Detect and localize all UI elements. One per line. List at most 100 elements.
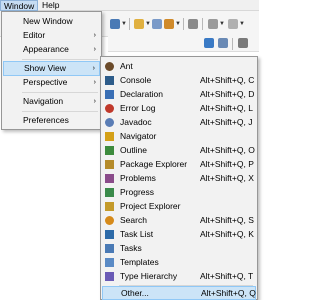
chevron-down-icon[interactable]: ▼ xyxy=(145,21,151,27)
perspective-icon[interactable] xyxy=(204,38,214,48)
menu-bar: Window Help xyxy=(0,0,259,11)
view-item-label: Tasks xyxy=(120,243,142,253)
view-item-label: Type Hierarchy xyxy=(120,271,178,281)
toolbar-separator xyxy=(202,18,203,30)
java-perspective-icon[interactable] xyxy=(218,38,228,48)
menu-item-perspective[interactable]: Perspective › xyxy=(3,75,100,90)
templates-icon xyxy=(105,258,114,267)
menu-separator xyxy=(22,111,98,112)
toolbar-separator xyxy=(232,38,233,50)
menu-help[interactable]: Help xyxy=(39,0,63,11)
view-item-label: Package Explorer xyxy=(120,159,188,169)
view-item-javadoc[interactable]: Javadoc Alt+Shift+Q, J xyxy=(102,115,256,129)
chevron-right-icon: › xyxy=(93,79,96,86)
view-item-label: Console xyxy=(120,75,152,85)
view-item-label: Error Log xyxy=(120,103,156,113)
view-item-navigator[interactable]: Navigator xyxy=(102,129,256,143)
view-item-other[interactable]: Other... Alt+Shift+Q, Q xyxy=(102,286,256,300)
menu-item-new-window[interactable]: New Window xyxy=(3,14,100,29)
debug-icon[interactable] xyxy=(238,38,248,48)
view-item-progress[interactable]: Progress xyxy=(102,185,256,199)
view-item-label: Project Explorer xyxy=(120,201,181,211)
toolbar-button-icon[interactable] xyxy=(110,19,120,29)
chevron-right-icon: › xyxy=(92,65,95,72)
view-item-label: Declaration xyxy=(120,89,163,99)
menu-item-show-view[interactable]: Show View › xyxy=(3,61,100,76)
error-log-icon xyxy=(105,104,114,113)
view-item-label: Javadoc xyxy=(120,117,152,127)
view-item-ant[interactable]: Ant xyxy=(102,59,256,73)
view-item-label: Other... xyxy=(121,288,149,298)
view-item-label: Search xyxy=(120,215,147,225)
progress-icon xyxy=(105,188,114,197)
view-item-shortcut: Alt+Shift+Q, X xyxy=(200,173,254,183)
view-item-shortcut: Alt+Shift+Q, D xyxy=(200,89,255,99)
eclipse-window: Window Help ▼ ▼ ▼ ▼ ▼ New Window Editor … xyxy=(0,0,259,300)
view-item-shortcut: Alt+Shift+Q, S xyxy=(200,215,254,225)
menu-item-label: Preferences xyxy=(23,115,69,125)
view-item-console[interactable]: Console Alt+Shift+Q, C xyxy=(102,73,256,87)
task-list-icon xyxy=(105,230,114,239)
problems-icon xyxy=(105,174,114,183)
ant-icon xyxy=(105,62,114,71)
view-item-label: Navigator xyxy=(120,131,157,141)
view-item-error-log[interactable]: Error Log Alt+Shift+Q, L xyxy=(102,101,256,115)
navigator-icon xyxy=(105,132,114,141)
view-item-tasks[interactable]: Tasks xyxy=(102,241,256,255)
view-item-label: Templates xyxy=(120,257,159,267)
project-explorer-icon xyxy=(105,202,114,211)
view-item-label: Progress xyxy=(120,187,155,197)
menu-item-appearance[interactable]: Appearance › xyxy=(3,42,100,57)
view-item-shortcut: Alt+Shift+Q, P xyxy=(200,159,254,169)
chevron-down-icon[interactable]: ▼ xyxy=(219,21,225,27)
menu-item-label: Navigation xyxy=(23,96,64,106)
outline-icon xyxy=(105,146,114,155)
menu-separator xyxy=(22,59,98,60)
menu-separator xyxy=(22,92,98,93)
chevron-down-icon[interactable]: ▼ xyxy=(121,21,127,27)
search-icon xyxy=(105,216,114,225)
menu-item-label: Editor xyxy=(23,30,46,40)
view-item-declaration[interactable]: Declaration Alt+Shift+Q, D xyxy=(102,87,256,101)
view-item-type-hierarchy[interactable]: Type Hierarchy Alt+Shift+Q, T xyxy=(102,269,256,283)
sort-icon[interactable] xyxy=(188,19,198,29)
view-item-shortcut: Alt+Shift+Q, T xyxy=(200,271,254,281)
perspective-toolbar xyxy=(108,36,259,52)
type-hierarchy-icon xyxy=(105,272,114,281)
run-icon[interactable] xyxy=(164,19,174,29)
view-item-search[interactable]: Search Alt+Shift+Q, S xyxy=(102,213,256,227)
view-item-package-explorer[interactable]: Package Explorer Alt+Shift+Q, P xyxy=(102,157,256,171)
view-item-task-list[interactable]: Task List Alt+Shift+Q, K xyxy=(102,227,256,241)
navigate-icon[interactable] xyxy=(208,19,218,29)
pencil-icon[interactable] xyxy=(152,19,162,29)
console-icon xyxy=(105,76,114,85)
view-item-shortcut: Alt+Shift+Q, Q xyxy=(201,288,256,298)
chevron-down-icon[interactable]: ▼ xyxy=(175,21,181,27)
view-item-templates[interactable]: Templates xyxy=(102,255,256,269)
menu-item-label: New Window xyxy=(23,16,73,26)
show-view-submenu: Ant Console Alt+Shift+Q, C Declaration A… xyxy=(100,56,258,300)
view-item-project-explorer[interactable]: Project Explorer xyxy=(102,199,256,213)
menu-window[interactable]: Window xyxy=(0,0,38,11)
view-item-shortcut: Alt+Shift+Q, O xyxy=(200,145,255,155)
forward-icon[interactable] xyxy=(228,19,238,29)
view-item-outline[interactable]: Outline Alt+Shift+Q, O xyxy=(102,143,256,157)
view-item-label: Problems xyxy=(120,173,156,183)
chevron-right-icon: › xyxy=(93,98,96,105)
menu-item-preferences[interactable]: Preferences xyxy=(3,113,100,128)
toolbar-separator xyxy=(183,18,184,30)
view-item-label: Ant xyxy=(120,61,133,71)
chevron-right-icon: › xyxy=(93,46,96,53)
tasks-icon xyxy=(105,244,114,253)
menu-item-editor[interactable]: Editor › xyxy=(3,28,100,43)
view-item-shortcut: Alt+Shift+Q, C xyxy=(200,75,255,85)
menu-item-label: Appearance xyxy=(23,44,69,54)
open-folder-icon[interactable] xyxy=(134,19,144,29)
view-item-problems[interactable]: Problems Alt+Shift+Q, X xyxy=(102,171,256,185)
chevron-down-icon[interactable]: ▼ xyxy=(239,21,245,27)
menu-item-navigation[interactable]: Navigation › xyxy=(3,94,100,109)
chevron-right-icon: › xyxy=(93,32,96,39)
view-item-shortcut: Alt+Shift+Q, K xyxy=(200,229,254,239)
view-item-shortcut: Alt+Shift+Q, J xyxy=(200,117,253,127)
view-item-shortcut: Alt+Shift+Q, L xyxy=(200,103,253,113)
